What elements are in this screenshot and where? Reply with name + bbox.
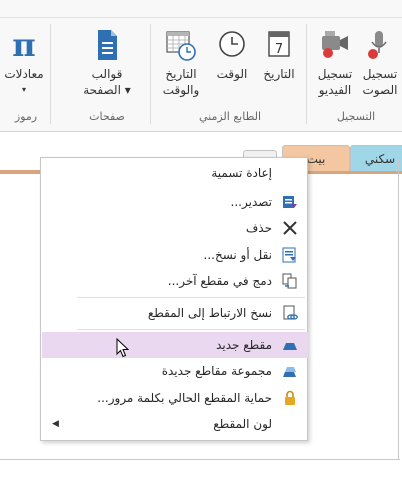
time-label: الوقت <box>216 67 248 81</box>
delete-x-icon <box>283 221 297 235</box>
lock-icon <box>285 390 295 405</box>
menu-item-new-section-group[interactable]: مجموعة مقاطع جديدة <box>42 358 308 384</box>
menu-item-label: نسخ الارتباط إلى المقطع <box>147 306 272 320</box>
submenu-arrow-icon: ◀ <box>52 419 59 429</box>
menu-item-rename[interactable]: إعادة تسمية <box>42 160 308 186</box>
menu-item-label: مجموعة مقاطع جديدة <box>161 364 272 378</box>
menu-item-label: لون المقطع <box>213 417 272 431</box>
svg-text:7: 7 <box>275 42 283 57</box>
merge-icon <box>282 273 297 289</box>
record-video-label: تسجيل <box>317 67 353 81</box>
menu-item-label: إعادة تسمية <box>211 166 272 180</box>
page-templates-button[interactable]: قوالب الصفحة ▾ <box>72 28 142 98</box>
page-templates-label-2: الصفحة ▾ <box>83 83 131 97</box>
menu-item-label: حذف <box>245 221 272 235</box>
section-context-menu: إعادة تسمية تصدير... حذف نقل أو نسخ... د… <box>40 157 308 441</box>
menu-item-move-copy[interactable]: نقل أو نسخ... <box>42 242 308 268</box>
mouse-cursor-icon <box>116 338 130 358</box>
menu-item-copy-link[interactable]: نسخ الارتباط إلى المقطع <box>42 300 308 326</box>
group-separator <box>306 24 307 124</box>
new-section-icon <box>283 343 297 350</box>
section-tab-living[interactable]: سكني <box>350 145 402 171</box>
record-audio-label-2: الصوت <box>362 83 398 97</box>
menu-item-label: نقل أو نسخ... <box>203 248 273 262</box>
menu-item-label: تصدير... <box>230 195 272 209</box>
menu-item-password-protect[interactable]: حماية المقطع الحالي بكلمة مرور... <box>42 385 308 411</box>
menu-item-section-color[interactable]: لون المقطع ◀ <box>42 411 308 437</box>
window-bottom-border <box>0 459 400 460</box>
new-section-group-icon <box>283 367 296 377</box>
group-label-recording: التسجيل <box>336 110 376 123</box>
menu-item-delete[interactable]: حذف <box>42 215 308 241</box>
pi-icon: π <box>12 28 35 62</box>
ribbon: π معادلات ▾ قوالب الصفحة ▾ التاريخ والوق… <box>0 0 402 132</box>
menu-item-new-section[interactable]: مقطع جديد <box>42 332 308 358</box>
export-icon <box>283 196 297 208</box>
menu-separator <box>77 329 305 330</box>
menu-separator <box>77 297 305 298</box>
svg-text:π: π <box>12 28 35 62</box>
calendar-clock-icon <box>166 31 196 61</box>
date-time-label: التاريخ <box>165 67 197 81</box>
menu-item-export[interactable]: تصدير... <box>42 189 308 215</box>
record-video-button[interactable]: تسجيل الفيديو <box>312 28 358 98</box>
equations-label: معادلات <box>4 67 44 81</box>
copy-link-icon <box>283 305 298 320</box>
group-label-pages: صفحات <box>89 110 125 123</box>
menu-item-label: مقطع جديد <box>216 338 272 352</box>
menu-item-label: حماية المقطع الحالي بكلمة مرور... <box>97 391 272 405</box>
record-video-label-2: الفيديو <box>318 83 352 97</box>
equations-dropdown: ▾ <box>21 85 26 94</box>
window-right-border <box>398 160 399 460</box>
date-time-button[interactable]: التاريخ والوقت <box>158 28 204 98</box>
group-separator <box>50 24 51 124</box>
equations-button[interactable]: π معادلات ▾ <box>2 28 46 98</box>
date-time-label-2: والوقت <box>162 83 200 97</box>
date-calendar-icon: 7 <box>268 31 290 57</box>
move-copy-icon <box>282 247 296 263</box>
ribbon-top-strip <box>0 0 402 18</box>
menu-item-merge[interactable]: دمج في مقطع آخر... <box>42 268 308 294</box>
record-audio-label: تسجيل <box>362 67 398 81</box>
group-label-symbols: رموز <box>14 110 38 123</box>
date-label: التاريخ <box>263 67 295 81</box>
date-button[interactable]: 7 التاريخ <box>256 28 302 82</box>
page-template-icon <box>98 30 117 60</box>
record-audio-button[interactable]: تسجيل الصوت <box>358 28 402 98</box>
time-button[interactable]: الوقت <box>212 28 252 82</box>
page-templates-label: قوالب <box>91 67 123 81</box>
clock-icon <box>219 31 245 57</box>
group-separator <box>150 24 151 124</box>
menu-item-label: دمج في مقطع آخر... <box>167 274 272 288</box>
video-camera-icon <box>322 31 348 58</box>
group-label-timestamp: الطابع الزمني <box>198 110 262 123</box>
microphone-icon <box>368 31 387 59</box>
